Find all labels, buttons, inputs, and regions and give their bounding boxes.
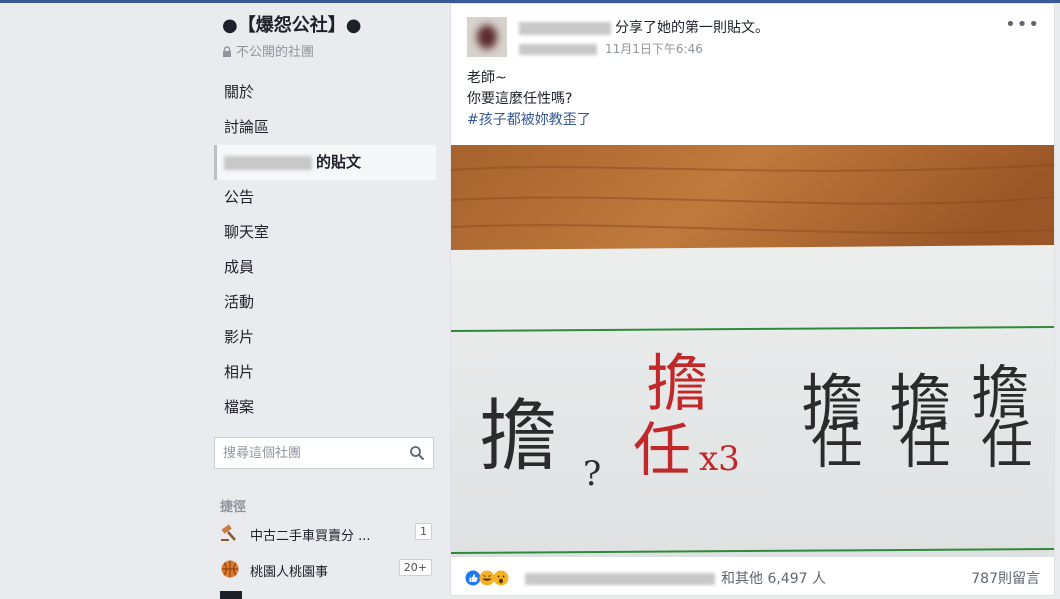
group-search-input[interactable]: [215, 438, 411, 468]
privacy-label: 不公開的社團: [236, 45, 315, 60]
nav-item-events[interactable]: 活動: [214, 285, 436, 320]
nav-item-chat[interactable]: 聊天室: [214, 215, 436, 250]
nav-label: 檔案: [224, 398, 255, 416]
nav-label: 成員: [224, 258, 255, 276]
nav-label: 的貼文: [316, 153, 362, 171]
group-title[interactable]: ●【爆怨公社】●: [222, 11, 361, 37]
shortcut-label: 中古二手車買賣分 ...: [250, 529, 371, 544]
post-hashtag[interactable]: #孩子都被妳教歪了: [467, 110, 591, 131]
photo-char: 任: [899, 416, 951, 476]
redacted-reactor-names: [525, 573, 715, 585]
photo-char: x3: [699, 439, 740, 479]
post-photo[interactable]: 擔 ? 擔 任 x3 擔 任 擔 任 擔 任: [451, 145, 1054, 557]
gavel-icon: [221, 524, 236, 541]
group-search: [214, 437, 434, 469]
nav-item-videos[interactable]: 影片: [214, 320, 436, 355]
post-timestamp[interactable]: 11月1日下午6:46: [605, 42, 703, 56]
nav-item-member-posts[interactable]: 的貼文: [214, 145, 436, 180]
redacted-group-name[interactable]: [519, 44, 597, 55]
redacted-name: [224, 155, 312, 170]
nav-label: 公告: [224, 188, 255, 206]
shortcut-item[interactable]: 中古二手車買賣分 ... 1: [218, 521, 434, 547]
reactions-icon[interactable]: [465, 570, 515, 586]
group-sidebar: ●【爆怨公社】● 不公開的社團 關於 討論區 的貼文 公告 聊天室 成員 活動 …: [0, 3, 450, 599]
nav-item-discussion[interactable]: 討論區: [214, 110, 436, 145]
photo-char: 任: [811, 416, 863, 476]
nav-label: 聊天室: [224, 223, 270, 241]
shortcut-item[interactable]: 桃園人桃園事 20+: [218, 557, 434, 583]
post-header-text: 分享了她的第一則貼文。: [615, 20, 769, 36]
photo-char: ?: [583, 454, 601, 494]
photo-char: 任: [633, 416, 691, 484]
shortcut-badge: 20+: [398, 559, 432, 576]
post-body: 老師~ 你要這麼任性嗎? #孩子都被妳教歪了: [467, 68, 591, 131]
reactions-summary[interactable]: 和其他 6,497 人: [525, 568, 826, 588]
post-line: 老師~: [467, 70, 507, 86]
homework-photo: 擔 ? 擔 任 x3 擔 任 擔 任 擔 任: [451, 145, 1054, 557]
shortcut-label: 桃園人桃園事: [250, 565, 329, 580]
post-header: 分享了她的第一則貼文。: [519, 17, 769, 37]
shortcut-badge: 1: [415, 523, 432, 540]
nav-item-about[interactable]: 關於: [214, 75, 436, 110]
nav-item-members[interactable]: 成員: [214, 250, 436, 285]
post-footer: 和其他 6,497 人 787則留言: [465, 566, 1040, 590]
nav-label: 影片: [224, 328, 255, 346]
nav-label: 活動: [224, 293, 255, 311]
nav-label: 相片: [224, 363, 255, 381]
group-nav: 關於 討論區 的貼文 公告 聊天室 成員 活動 影片 相片 檔案: [214, 75, 436, 425]
photo-char: 擔: [479, 392, 557, 482]
photo-char: 任: [981, 416, 1033, 476]
nav-label: 關於: [224, 83, 255, 101]
post-line: 你要這麼任性嗎?: [467, 91, 573, 107]
wood-table: [451, 145, 1054, 255]
nav-item-announcements[interactable]: 公告: [214, 180, 436, 215]
lock-icon: [223, 46, 231, 57]
nav-item-photos[interactable]: 相片: [214, 355, 436, 390]
basketball-icon: [221, 560, 239, 578]
post-meta: 11月1日下午6:46: [519, 40, 703, 57]
redacted-author-name[interactable]: [519, 21, 611, 35]
more-options-icon[interactable]: •••: [1005, 14, 1040, 35]
search-icon[interactable]: [409, 445, 425, 461]
shortcut-icon: [220, 591, 242, 599]
reactions-others: 和其他 6,497 人: [721, 571, 826, 587]
shortcuts-heading: 捷徑: [220, 500, 247, 515]
photo-char: 擔: [646, 347, 708, 420]
comments-count[interactable]: 787則留言: [971, 568, 1040, 588]
post-card: 分享了她的第一則貼文。 11月1日下午6:46 ••• 老師~ 你要這麼任性嗎?…: [450, 3, 1055, 596]
nav-label: 討論區: [224, 118, 270, 136]
group-privacy: 不公開的社團: [222, 41, 314, 60]
author-avatar[interactable]: [467, 17, 507, 57]
nav-item-files[interactable]: 檔案: [214, 390, 436, 425]
